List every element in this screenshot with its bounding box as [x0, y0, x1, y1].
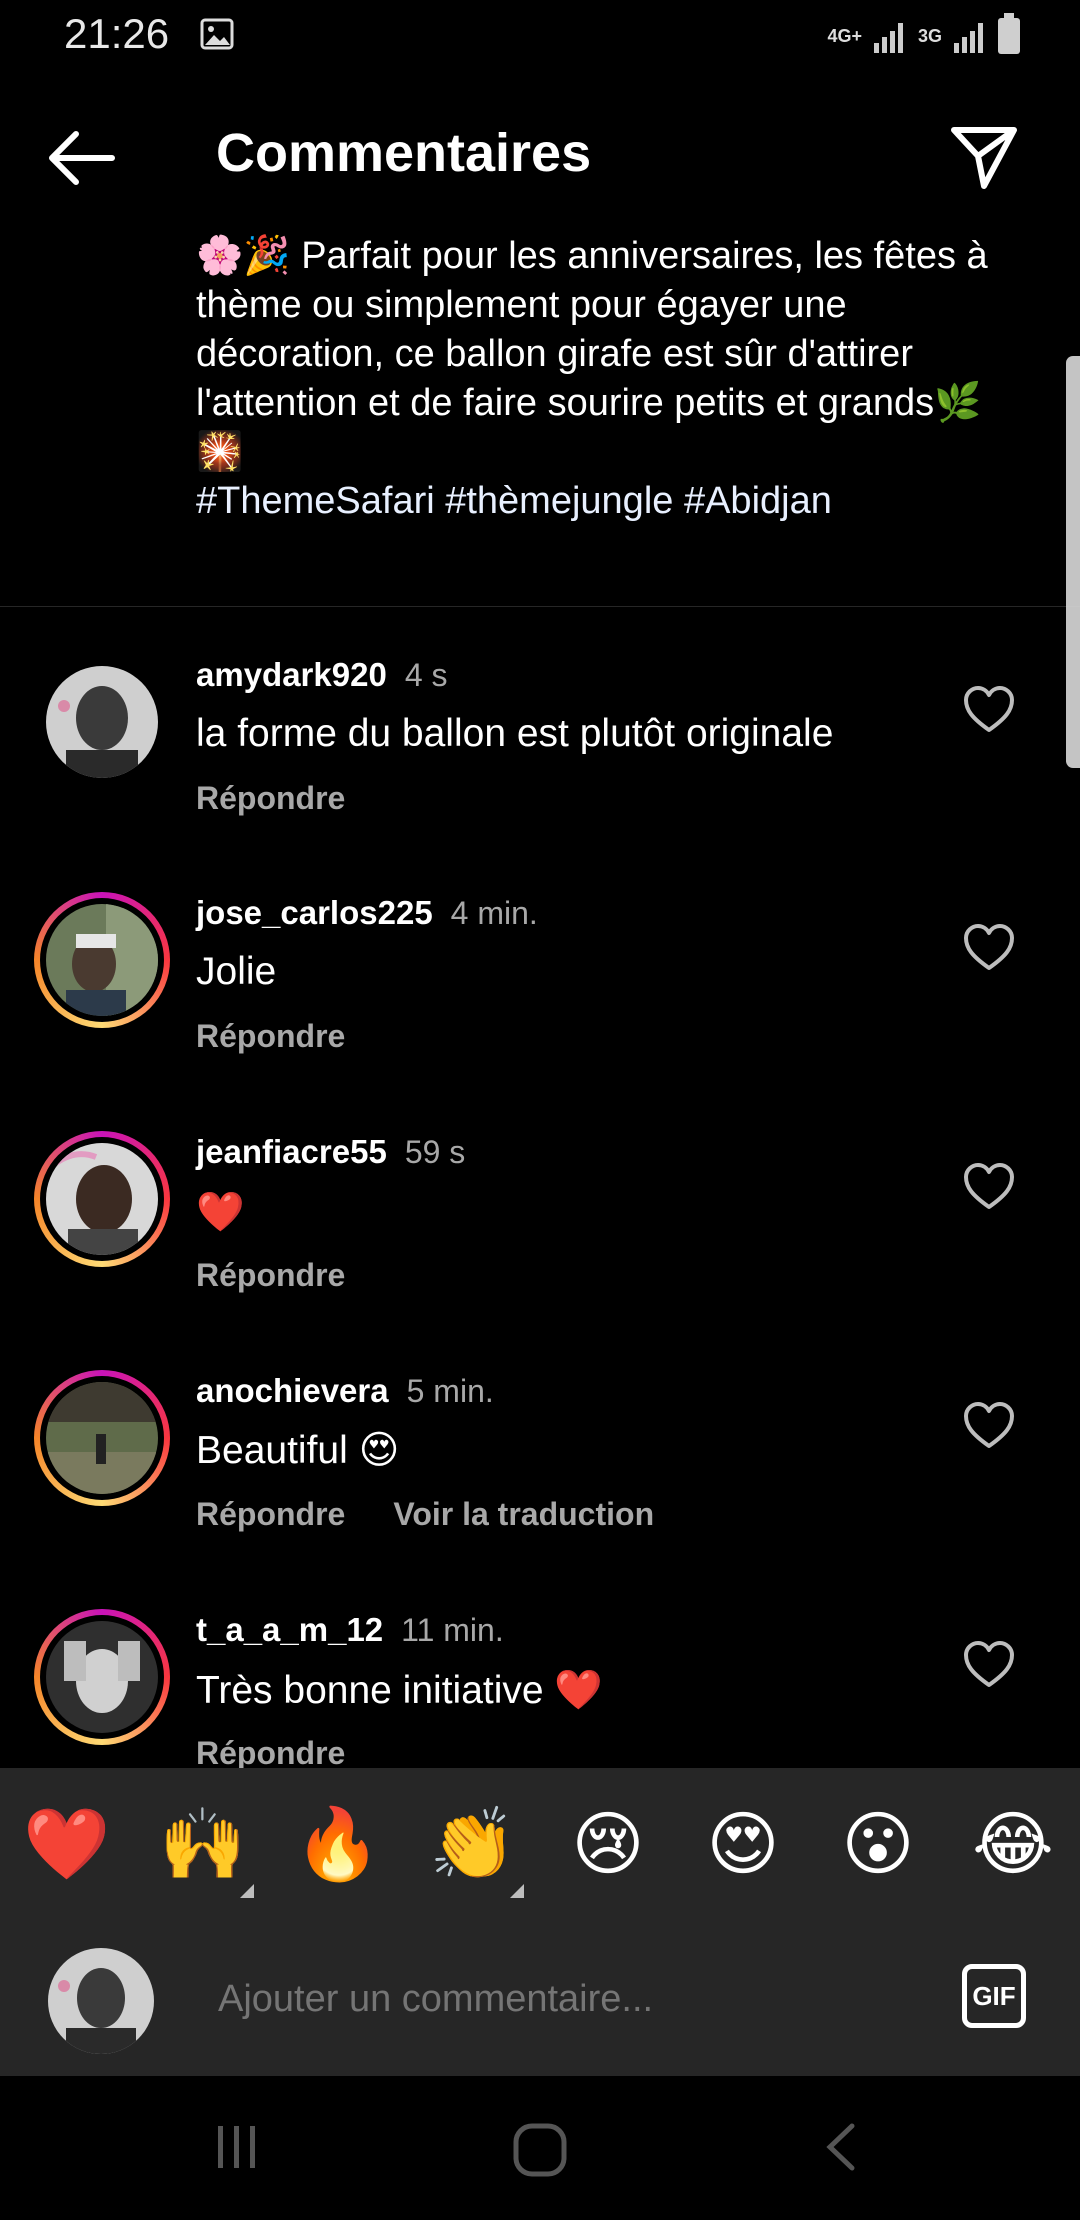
divider: [0, 606, 1080, 607]
reply-button[interactable]: Répondre: [196, 1257, 345, 1294]
avatar[interactable]: [34, 1370, 170, 1506]
network-label-1: 4G+: [827, 25, 862, 46]
avatar-image: [46, 1143, 158, 1255]
avatar[interactable]: [34, 1609, 170, 1745]
comment-text: la forme du ballon est plutôt originale: [196, 712, 834, 755]
avatar[interactable]: [34, 654, 170, 790]
comment-item: jose_carlos225 4 min. Jolie Répondre: [0, 872, 1080, 1092]
comment-actions: Répondre: [196, 1735, 345, 1772]
emoji-heart[interactable]: ❤️: [22, 1804, 112, 1884]
comment-username-text[interactable]: anochievera: [196, 1372, 389, 1409]
comment-username[interactable]: anochievera 5 min.: [196, 1372, 494, 1410]
comment-actions: Répondre Voir la traduction: [196, 1496, 654, 1533]
avatar-image: [46, 1621, 158, 1733]
heart-icon[interactable]: [962, 922, 1016, 972]
comment-username-text[interactable]: jose_carlos225: [196, 894, 433, 931]
reply-button[interactable]: Répondre: [196, 780, 345, 817]
avatar[interactable]: [34, 1131, 170, 1267]
comment-username-text[interactable]: jeanfiacre55: [196, 1133, 387, 1170]
gallery-icon: [200, 18, 234, 50]
comment-username[interactable]: jeanfiacre55 59 s: [196, 1133, 465, 1171]
self-avatar: [48, 1948, 154, 2054]
comment-item: jeanfiacre55 59 s ❤️ Répondre: [0, 1111, 1080, 1331]
signal-icon: [873, 23, 903, 53]
gif-button[interactable]: GIF: [962, 1964, 1026, 2028]
home-icon[interactable]: [510, 2120, 570, 2180]
emoji-clapping[interactable]: 👏: [428, 1804, 518, 1884]
system-nav-bar: [0, 2076, 1080, 2220]
comment-username[interactable]: jose_carlos225 4 min.: [196, 894, 538, 932]
avatar-ring-gap: [40, 898, 164, 1022]
comment-time: 4 s: [404, 657, 448, 693]
caption-hashtags[interactable]: #ThemeSafari #thèmejungle #Abidjan: [196, 477, 1016, 526]
status-time: 21:26: [64, 10, 170, 57]
comment-username-text[interactable]: amydark920: [196, 656, 387, 693]
reply-button[interactable]: Répondre: [196, 1496, 345, 1533]
caption-emoji-start: 🌸🎉: [196, 235, 291, 277]
avatar-ring-gap: [40, 1615, 164, 1739]
recent-apps-icon[interactable]: [210, 2120, 264, 2174]
comment-text: Très bonne initiative ❤️: [196, 1669, 603, 1712]
caption-body: Parfait pour les anniversaires, les fête…: [196, 235, 988, 424]
comment-actions: Répondre: [196, 780, 345, 817]
comment-actions: Répondre: [196, 1257, 345, 1294]
comment-username[interactable]: t_a_a_m_12 11 min.: [196, 1611, 504, 1649]
emoji-surprised[interactable]: 😮: [833, 1804, 923, 1884]
comment-text: Beautiful 😍: [196, 1429, 400, 1472]
comment-username[interactable]: amydark920 4 s: [196, 656, 448, 694]
comment-actions: Répondre: [196, 1018, 345, 1055]
comment-item: anochievera 5 min. Beautiful 😍 Répondre V…: [0, 1350, 1080, 1570]
avatar-ring-gap: [40, 1137, 164, 1261]
comment-time: 59 s: [404, 1134, 466, 1170]
reply-button[interactable]: Répondre: [196, 1018, 345, 1055]
emoji-laughing[interactable]: 😂: [968, 1804, 1058, 1884]
translate-button[interactable]: Voir la traduction: [393, 1496, 654, 1533]
comment-text: ❤️: [196, 1191, 245, 1234]
avatar[interactable]: [34, 892, 170, 1028]
skin-tone-indicator: [240, 1884, 254, 1898]
header: Commentaires: [0, 104, 1080, 214]
avatar-image: [46, 904, 158, 1016]
comment-composer: GIF: [0, 1918, 1080, 2076]
emoji-raising-hands[interactable]: 🙌: [158, 1804, 248, 1884]
page-title: Commentaires: [216, 123, 592, 183]
avatar-ring-gap: [40, 1376, 164, 1500]
heart-icon[interactable]: [962, 1161, 1016, 1211]
battery-icon: [998, 13, 1020, 54]
post-caption: 🌸🎉 Parfait pour les anniversaires, les f…: [196, 232, 1016, 526]
comment-input[interactable]: [216, 1968, 920, 2030]
heart-icon[interactable]: [962, 1639, 1016, 1689]
skin-tone-indicator: [510, 1884, 524, 1898]
network-label-2: 3G: [917, 25, 942, 46]
back-nav-icon[interactable]: [820, 2120, 860, 2174]
comment-text: Jolie: [196, 950, 277, 993]
back-arrow-icon[interactable]: [46, 126, 118, 190]
emoji-reaction-bar: ❤️ 🙌 🔥 👏 😢 😍 😮 😂: [0, 1768, 1080, 1918]
emoji-heart-eyes[interactable]: 😍: [698, 1804, 788, 1884]
comment-time: 5 min.: [406, 1373, 494, 1409]
emoji-crying[interactable]: 😢: [563, 1804, 653, 1884]
comment-item: amydark920 4 s la forme du ballon est plu…: [0, 634, 1080, 854]
heart-icon[interactable]: [962, 1400, 1016, 1450]
reply-button[interactable]: Répondre: [196, 1735, 345, 1772]
status-icons: 4G+ 3G: [827, 13, 1020, 58]
heart-icon[interactable]: [962, 684, 1016, 734]
status-bar: 21:26 4G+ 3G: [0, 0, 1080, 72]
caption-text: 🌸🎉 Parfait pour les anniversaires, les f…: [196, 232, 1016, 477]
emoji-fire[interactable]: 🔥: [293, 1804, 383, 1884]
avatar-image: [46, 666, 158, 778]
comment-username-text[interactable]: t_a_a_m_12: [196, 1611, 383, 1648]
signal-icon: [954, 23, 983, 53]
comment-time: 11 min.: [401, 1612, 504, 1648]
comment-time: 4 min.: [450, 895, 538, 931]
paper-plane-icon[interactable]: [946, 118, 1022, 194]
avatar-image: [46, 1382, 158, 1494]
